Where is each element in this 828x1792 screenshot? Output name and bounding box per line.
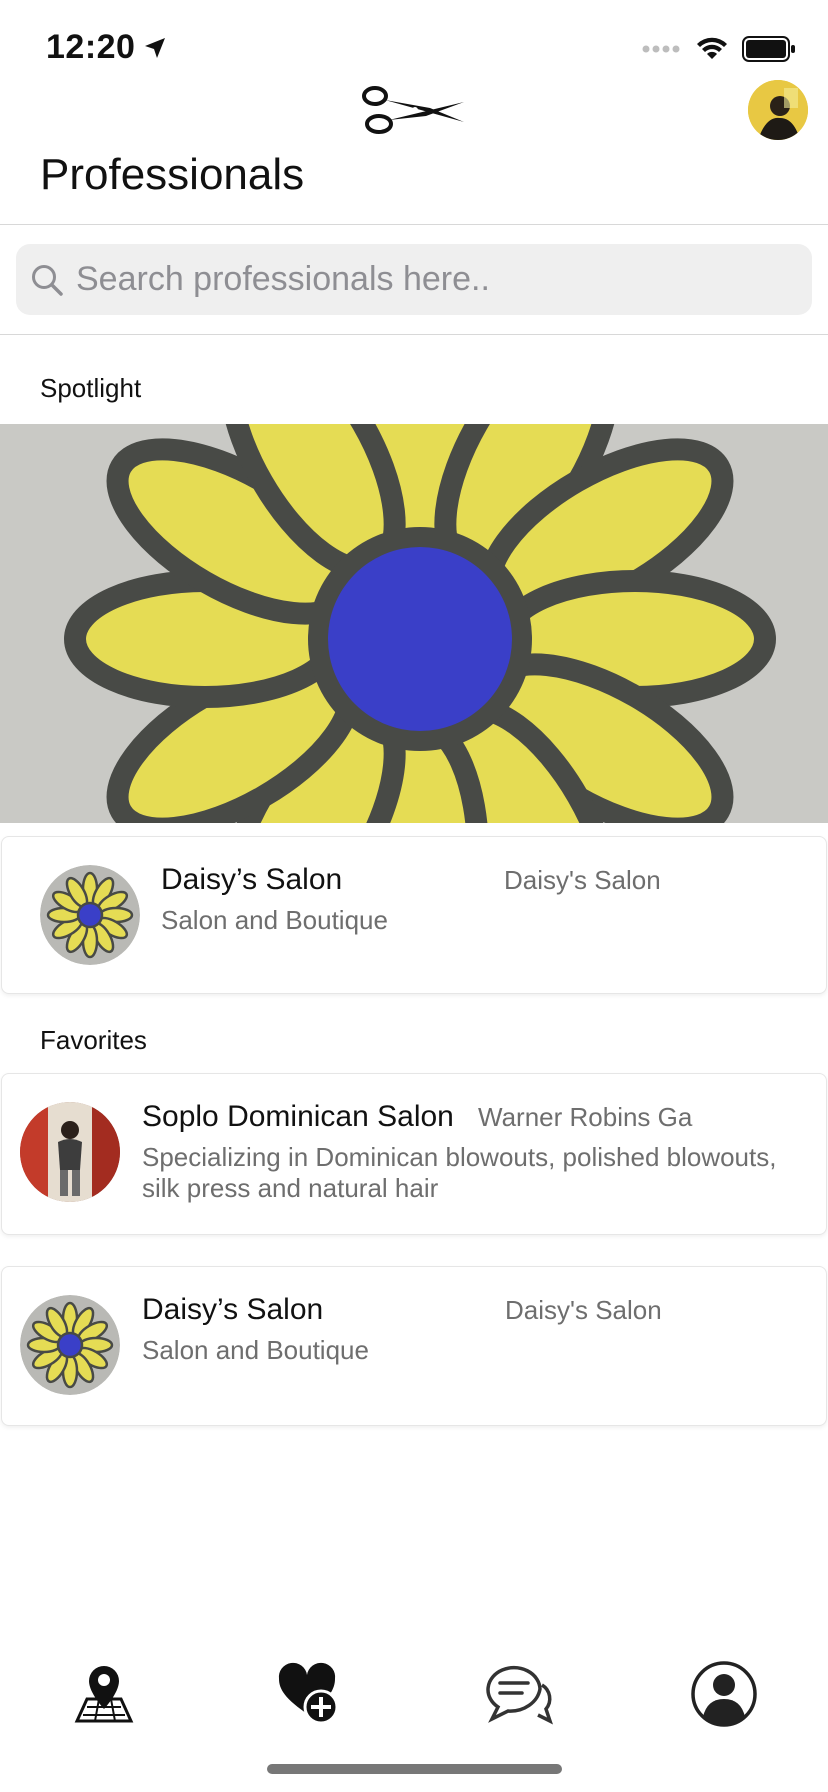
- wifi-icon: [697, 37, 727, 59]
- daisy-salon-avatar: [20, 1295, 120, 1395]
- tab-map[interactable]: [64, 1654, 144, 1734]
- header-divider: [0, 224, 828, 225]
- favorites-heading: Favorites: [40, 1025, 147, 1055]
- spotlight-salon-description: Salon and Boutique: [161, 905, 388, 935]
- spotlight-banner-image[interactable]: [0, 424, 828, 823]
- favorite-salon-name: Soplo Dominican Salon: [142, 1100, 454, 1133]
- tab-messages[interactable]: [478, 1654, 558, 1734]
- favorite-salon-location: Daisy's Salon: [505, 1295, 662, 1325]
- tab-favorites[interactable]: [270, 1654, 350, 1734]
- home-indicator[interactable]: [267, 1764, 562, 1774]
- status-time: 12:20: [46, 28, 167, 67]
- scissors-logo-icon: [360, 80, 470, 142]
- chat-bubbles-icon: [486, 1665, 553, 1725]
- cellular-signal-icon: [642, 45, 680, 53]
- spotlight-salon-name: Daisy’s Salon: [161, 863, 343, 896]
- status-indicators: [642, 36, 796, 62]
- search-bar[interactable]: [16, 244, 812, 315]
- favorite-card-daisy[interactable]: Daisy’s Salon Daisy's Salon Salon and Bo…: [1, 1266, 827, 1426]
- favorite-card-soplo[interactable]: Soplo Dominican Salon Warner Robins Ga S…: [1, 1073, 827, 1235]
- heart-plus-icon: [278, 1662, 339, 1725]
- status-time-text: 12:20: [46, 28, 136, 66]
- user-profile-icon: [691, 1661, 757, 1727]
- soplo-salon-avatar: [20, 1102, 120, 1202]
- spotlight-card[interactable]: Daisy’s Salon Daisy's Salon Salon and Bo…: [1, 836, 827, 994]
- page-title: Professionals: [40, 150, 305, 199]
- favorite-salon-location: Warner Robins Ga: [478, 1102, 693, 1132]
- tab-profile[interactable]: [684, 1654, 764, 1734]
- tab-bar: [0, 1640, 828, 1750]
- favorite-salon-description: Salon and Boutique: [142, 1335, 369, 1365]
- favorite-salon-description: Specializing in Dominican blowouts, poli…: [142, 1142, 777, 1203]
- spotlight-heading: Spotlight: [40, 373, 142, 403]
- location-arrow-icon: [145, 37, 166, 58]
- user-avatar[interactable]: [748, 80, 808, 140]
- battery-icon: [742, 36, 795, 62]
- search-icon: [32, 264, 63, 296]
- map-pin-icon: [74, 1666, 134, 1723]
- spotlight-salon-location: Daisy's Salon: [504, 865, 661, 895]
- search-input[interactable]: [76, 260, 776, 299]
- search-divider: [0, 334, 828, 335]
- daisy-salon-avatar: [40, 865, 140, 965]
- favorite-salon-name: Daisy’s Salon: [142, 1293, 324, 1326]
